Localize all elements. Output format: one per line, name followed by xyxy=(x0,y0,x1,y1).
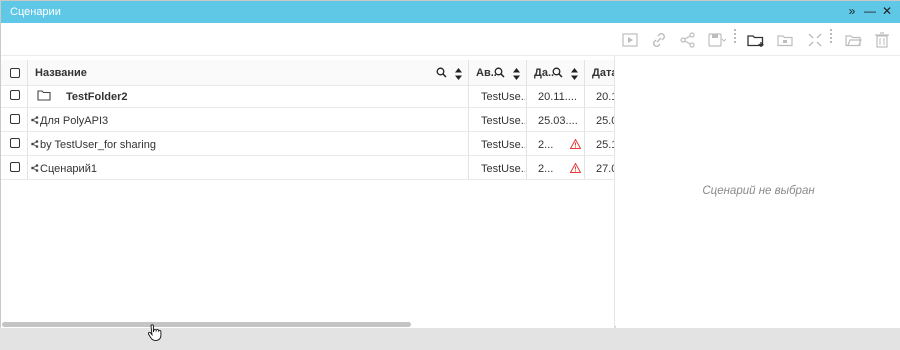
row-date1: 25.03.... xyxy=(538,115,578,127)
select-all-checkbox[interactable] xyxy=(10,68,20,78)
search-icon[interactable] xyxy=(436,67,447,79)
column-divider xyxy=(27,132,28,155)
warning-icon xyxy=(570,163,581,173)
column-name-header[interactable]: Название xyxy=(35,60,465,85)
detail-pane: Сценарий не выбран xyxy=(616,56,900,328)
scrollbar-thumb[interactable] xyxy=(2,322,411,327)
scenarios-table: Название Ав... Да... Дата xyxy=(1,56,615,328)
column-divider xyxy=(27,108,28,131)
toolbar xyxy=(1,23,900,56)
column-author-label: Ав... xyxy=(476,67,496,79)
trash-icon[interactable] xyxy=(872,30,892,50)
column-name-label: Название xyxy=(35,67,87,79)
row-checkbox[interactable] xyxy=(10,138,20,148)
row-date1: 2... xyxy=(538,139,554,151)
table-row[interactable]: Сценарий1 TestUse... 2... 27.0 xyxy=(1,156,614,180)
table-row[interactable]: by TestUser_for sharing TestUse... 2... … xyxy=(1,132,614,156)
column-divider xyxy=(526,132,527,155)
move-icon[interactable] xyxy=(805,30,825,50)
sort-icon[interactable] xyxy=(513,68,520,80)
row-name: Для PolyAPI3 xyxy=(40,115,109,127)
column-divider xyxy=(27,60,28,85)
row-date1: 20.11.... xyxy=(538,91,577,103)
link-icon[interactable] xyxy=(649,30,669,50)
row-author: TestUse... xyxy=(481,91,525,103)
table-header: Название Ав... Да... Дата xyxy=(1,60,615,86)
column-date2-label: Дата xyxy=(592,67,615,79)
warning-icon xyxy=(570,139,581,149)
minimize-icon[interactable]: — xyxy=(863,4,877,18)
open-folder-icon[interactable] xyxy=(843,30,863,50)
row-date2: 20.1 xyxy=(596,91,614,103)
column-divider xyxy=(526,60,527,85)
scenario-icon xyxy=(31,116,39,124)
row-checkbox[interactable] xyxy=(10,162,20,172)
scenario-icon xyxy=(31,140,39,148)
share-icon[interactable] xyxy=(678,30,698,50)
search-icon[interactable] xyxy=(494,67,505,79)
column-divider xyxy=(584,60,585,85)
row-name: by TestUser_for sharing xyxy=(40,139,156,151)
column-divider xyxy=(468,60,469,85)
column-divider xyxy=(27,84,28,107)
column-divider xyxy=(584,84,585,107)
row-name: Сценарий1 xyxy=(40,163,97,175)
column-divider xyxy=(468,156,469,179)
hand-cursor-icon xyxy=(147,324,162,341)
column-date1-label: Да... xyxy=(534,67,554,79)
column-divider xyxy=(584,108,585,131)
folder-lock-icon[interactable] xyxy=(775,30,795,50)
column-divider xyxy=(584,156,585,179)
row-name: TestFolder2 xyxy=(66,91,128,103)
expand-icon[interactable]: » xyxy=(845,4,859,18)
column-divider xyxy=(468,132,469,155)
empty-state-text: Сценарий не выбран xyxy=(702,185,815,197)
horizontal-scrollbar[interactable] xyxy=(1,322,614,328)
play-icon[interactable] xyxy=(620,30,640,50)
row-date2: 27.0 xyxy=(596,163,614,175)
window-title: Сценарии xyxy=(10,6,61,18)
close-icon[interactable]: ✕ xyxy=(880,4,894,18)
column-divider xyxy=(526,156,527,179)
column-divider xyxy=(468,108,469,131)
table-row[interactable]: TestFolder2 TestUse... 20.11.... 20.1 xyxy=(1,84,614,108)
toolbar-separator xyxy=(734,29,736,43)
search-icon[interactable] xyxy=(552,67,563,79)
row-author: TestUse... xyxy=(481,139,525,151)
column-divider xyxy=(468,84,469,107)
row-author: TestUse... xyxy=(481,163,525,175)
row-checkbox[interactable] xyxy=(10,90,20,100)
scenario-icon xyxy=(31,164,39,172)
sort-icon[interactable] xyxy=(455,68,462,80)
column-divider xyxy=(526,108,527,131)
new-folder-icon[interactable] xyxy=(746,30,766,50)
row-date1: 2... xyxy=(538,163,554,175)
row-checkbox[interactable] xyxy=(10,114,20,124)
column-divider xyxy=(584,132,585,155)
table-row[interactable]: Для PolyAPI3 TestUse... 25.03.... 25.0 xyxy=(1,108,614,132)
titlebar: Сценарии » — ✕ xyxy=(1,1,900,23)
row-author: TestUse... xyxy=(481,115,525,127)
column-divider xyxy=(27,156,28,179)
folder-icon xyxy=(37,90,51,101)
row-date2: 25.0 xyxy=(596,115,614,127)
column-date1-header[interactable]: Да... xyxy=(534,60,554,85)
column-author-header[interactable]: Ав... xyxy=(476,60,496,85)
column-date2-header[interactable]: Дата xyxy=(592,60,615,85)
scenarios-window: Сценарии » — ✕ Название Ав. Да.. Дата Te… xyxy=(0,0,900,328)
row-date2: 25.1 xyxy=(596,139,614,151)
toolbar-separator xyxy=(830,29,832,43)
save-icon[interactable] xyxy=(706,30,727,50)
sort-icon[interactable] xyxy=(571,68,578,80)
column-divider xyxy=(526,84,527,107)
